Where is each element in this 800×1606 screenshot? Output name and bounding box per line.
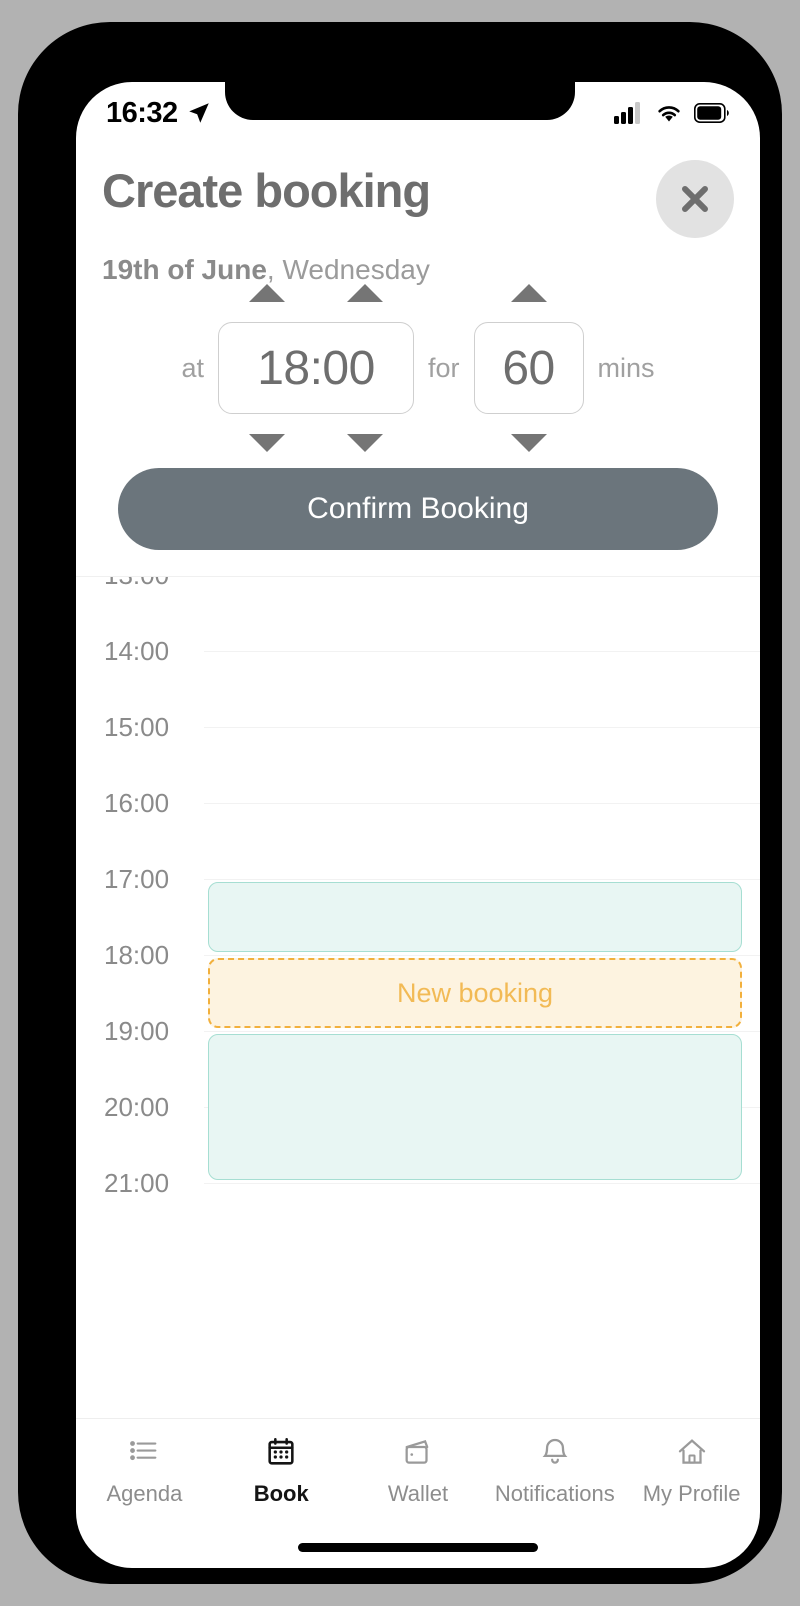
bottom-tab-bar: Agenda Book Wallet Notifications My Profile [76,1418,760,1526]
tab-label: My Profile [642,1481,741,1506]
confirm-button-wrap: Confirm Booking [76,414,760,550]
time-value: 18:00 [257,341,375,395]
tab-book[interactable]: Book [213,1433,350,1507]
calendar-hour-line [204,803,760,804]
tab-label: Agenda [106,1481,183,1506]
confirm-booking-button[interactable]: Confirm Booking [118,468,718,550]
home-indicator-wrap [76,1526,760,1568]
new-booking-block[interactable]: New booking [208,958,742,1028]
screenshot-stage: 16:32 Create booking 19th of June, Wedne… [0,0,800,1606]
existing-booking-block[interactable] [208,882,742,952]
bell-icon [542,1438,568,1464]
header-row: Create booking [102,160,734,238]
calendar-hour-label: 14:00 [104,636,170,666]
tab-icon-wrap [264,1433,298,1471]
close-button[interactable] [656,160,734,238]
page-title: Create booking [102,164,431,217]
calendar-timeline: 13:00 14:00 15:00 16:00 17:00 18:00 19:00 20:00… [76,577,760,1251]
cellular-signal-icon [614,102,640,124]
calendar-hour-label: 21:00 [104,1168,170,1198]
calendar-hour-label: 17:00 [104,864,170,894]
triangle-down-icon-hour[interactable] [249,434,285,452]
calendar-hour-label: 15:00 [104,712,170,742]
tab-agenda[interactable]: Agenda [76,1433,213,1507]
booking-date: 19th of June [102,254,267,285]
tab-icon-wrap [401,1433,435,1471]
wallet-icon [405,1439,429,1464]
calendar-hour-label: 20:00 [104,1092,170,1122]
calendar-hour-line [204,879,760,880]
triangle-up-icon-hour[interactable] [249,284,285,302]
existing-booking-block[interactable] [208,1034,742,1180]
tab-icon-wrap [127,1433,161,1471]
calendar-hour-line [204,1031,760,1032]
time-spinner-group: 18:00 [218,284,414,452]
tab-wallet[interactable]: Wallet [350,1433,487,1507]
tab-label: Book [253,1481,309,1506]
tab-icon-wrap [675,1433,709,1471]
duration-spinner-group: 60 [473,284,584,452]
location-arrow-icon [188,103,209,123]
duration-field[interactable]: 60 [473,322,584,414]
calendar-scroll-region[interactable]: 13:00 14:00 15:00 16:00 17:00 18:00 19:00 20:00… [76,576,760,1418]
duration-increment-arrows [474,284,584,302]
calendar-hour-label: 18:00 [104,940,170,970]
home-indicator[interactable] [298,1542,538,1552]
phone-frame: 16:32 Create booking 19th of June, Wedne… [18,22,782,1584]
calendar-hour-label: 19:00 [104,1016,170,1046]
calendar-hour-label: 13:00 [104,577,169,591]
time-field[interactable]: 18:00 [218,322,414,414]
calendar-hour-line [204,651,760,652]
booking-weekday: , Wednesday [266,254,430,285]
calendar-hour-label: 16:00 [104,788,170,818]
time-increment-arrows [218,284,414,302]
tab-label: Notifications [494,1481,615,1506]
phone-notch [225,80,575,120]
calendar-hour-line [204,727,760,728]
status-bar-left: 16:32 [106,97,212,130]
battery-icon [694,103,729,123]
time-stepper-area: at 18:00 for 60 mins [76,284,760,452]
triangle-down-icon-duration[interactable] [510,434,547,452]
tab-label: Wallet [387,1481,449,1506]
triangle-up-icon-minute[interactable] [347,284,383,302]
booking-date-subtitle: 19th of June, Wednesday [102,254,734,286]
triangle-up-icon-duration[interactable] [510,284,547,302]
status-bar-right [614,102,730,124]
wifi-icon [658,106,680,122]
tab-icon-wrap [538,1433,572,1471]
calendar-hour-line [204,1183,760,1184]
triangle-down-icon-minute[interactable] [347,434,383,452]
home-icon [678,1439,705,1464]
new-booking-label: New booking [396,977,554,1008]
calendar-icon [268,1437,294,1465]
calendar-hour-line [204,955,760,956]
phone-screen: 16:32 Create booking 19th of June, Wedne… [76,82,760,1568]
mins-label: mins [597,352,655,383]
at-label: at [181,352,204,383]
tab-my-profile[interactable]: My Profile [623,1433,760,1507]
booking-header: Create booking 19th of June, Wednesday [76,144,760,286]
status-time: 16:32 [106,96,178,129]
duration-value: 60 [502,341,555,395]
list-icon [130,1441,157,1461]
time-stepper: at 18:00 for 60 mins [181,284,655,452]
close-x-icon [682,186,708,212]
for-label: for [428,352,460,383]
tab-notifications[interactable]: Notifications [486,1433,623,1507]
